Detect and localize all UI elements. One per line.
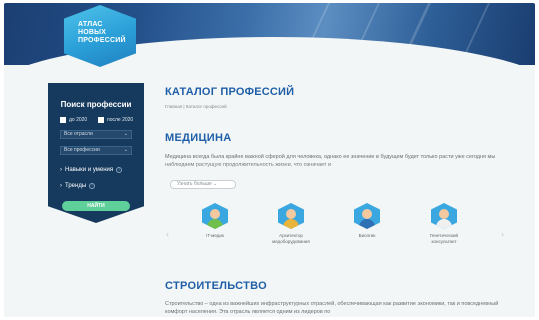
avatar-face (286, 209, 296, 219)
checkbox-box[interactable] (98, 117, 104, 123)
avatar-body (207, 219, 223, 229)
logo-text: АТЛАС НОВЫХ ПРОФЕССИЙ (78, 21, 128, 45)
profession-label: Биоэтик (358, 233, 376, 238)
filter-skills-label: Навыки и умения (65, 167, 114, 173)
filter-trends[interactable]: › Тренды ? (60, 183, 96, 189)
find-button[interactable]: НАЙТИ (62, 201, 130, 211)
avatar-body (359, 219, 375, 229)
profession-card[interactable]: Генетический консультант (420, 203, 468, 245)
page: АТЛАС НОВЫХ ПРОФЕССИЙ Поиск профессии до… (4, 3, 535, 317)
profession-card[interactable]: Биоэтик (343, 203, 391, 239)
profession-search-panel: Поиск профессии до 2020 после 2020 Все о… (48, 83, 144, 223)
learn-more-button[interactable]: Узнать больше ⌄ (170, 180, 236, 189)
checkbox-label: до 2020 (69, 117, 88, 123)
chevron-down-icon: ⌄ (123, 131, 128, 137)
industries-select[interactable]: Все отрасли ⌄ (60, 130, 132, 139)
chevron-right-icon: › (60, 183, 62, 189)
page-title: КАТАЛОГ ПРОФЕССИЙ (165, 86, 295, 98)
logo-line-3: ПРОФЕССИЙ (78, 37, 126, 44)
checkbox-label: после 2020 (107, 117, 134, 123)
profession-card[interactable]: IT-медик (191, 203, 239, 239)
professions-select[interactable]: Все профессии ⌄ (60, 146, 132, 155)
carousel-prev-arrow-icon[interactable]: ‹ (166, 229, 169, 239)
profession-avatar-icon (431, 203, 457, 229)
logo-line-1: АТЛАС (78, 21, 103, 28)
logo-line-2: НОВЫХ (78, 29, 107, 36)
industries-select-value: Все отрасли (64, 131, 93, 137)
profession-avatar-icon (202, 203, 228, 229)
avatar-face (439, 209, 449, 219)
help-icon[interactable]: ? (116, 167, 123, 173)
profession-label: IT-медик (206, 233, 224, 238)
profession-card[interactable]: Архитектор медоборудования (267, 203, 315, 245)
checkbox-box[interactable] (60, 117, 66, 123)
section-title-medicine[interactable]: МЕДИЦИНА (165, 132, 231, 144)
breadcrumb[interactable]: Главная | Каталог профессий (165, 104, 227, 109)
carousel-next-arrow-icon[interactable]: › (501, 229, 504, 239)
chevron-right-icon: › (60, 167, 62, 173)
profession-label: Архитектор медоборудования (272, 233, 310, 244)
checkbox-after-2020[interactable]: после 2020 (98, 117, 133, 123)
avatar-body (436, 219, 452, 229)
profession-label: Генетический консультант (429, 233, 459, 244)
search-panel-title: Поиск профессии (60, 100, 132, 109)
section-description-construction: Строительство – одна из важнейших инфрас… (165, 301, 499, 315)
chevron-down-icon: ⌄ (123, 147, 128, 153)
filter-trends-label: Тренды (65, 183, 87, 189)
avatar-face (210, 209, 220, 219)
checkbox-until-2020[interactable]: до 2020 (60, 117, 87, 123)
avatar-face (362, 209, 372, 219)
section-title-construction[interactable]: СТРОИТЕЛЬСТВО (165, 280, 267, 292)
text-fade-overlay (165, 163, 515, 177)
filter-skills[interactable]: › Навыки и умения ? (60, 167, 123, 173)
help-icon[interactable]: ? (89, 183, 96, 189)
profession-avatar-icon (354, 203, 380, 229)
avatar-body (283, 219, 299, 229)
professions-select-value: Все профессии (64, 147, 100, 153)
profession-avatar-icon (278, 203, 304, 229)
